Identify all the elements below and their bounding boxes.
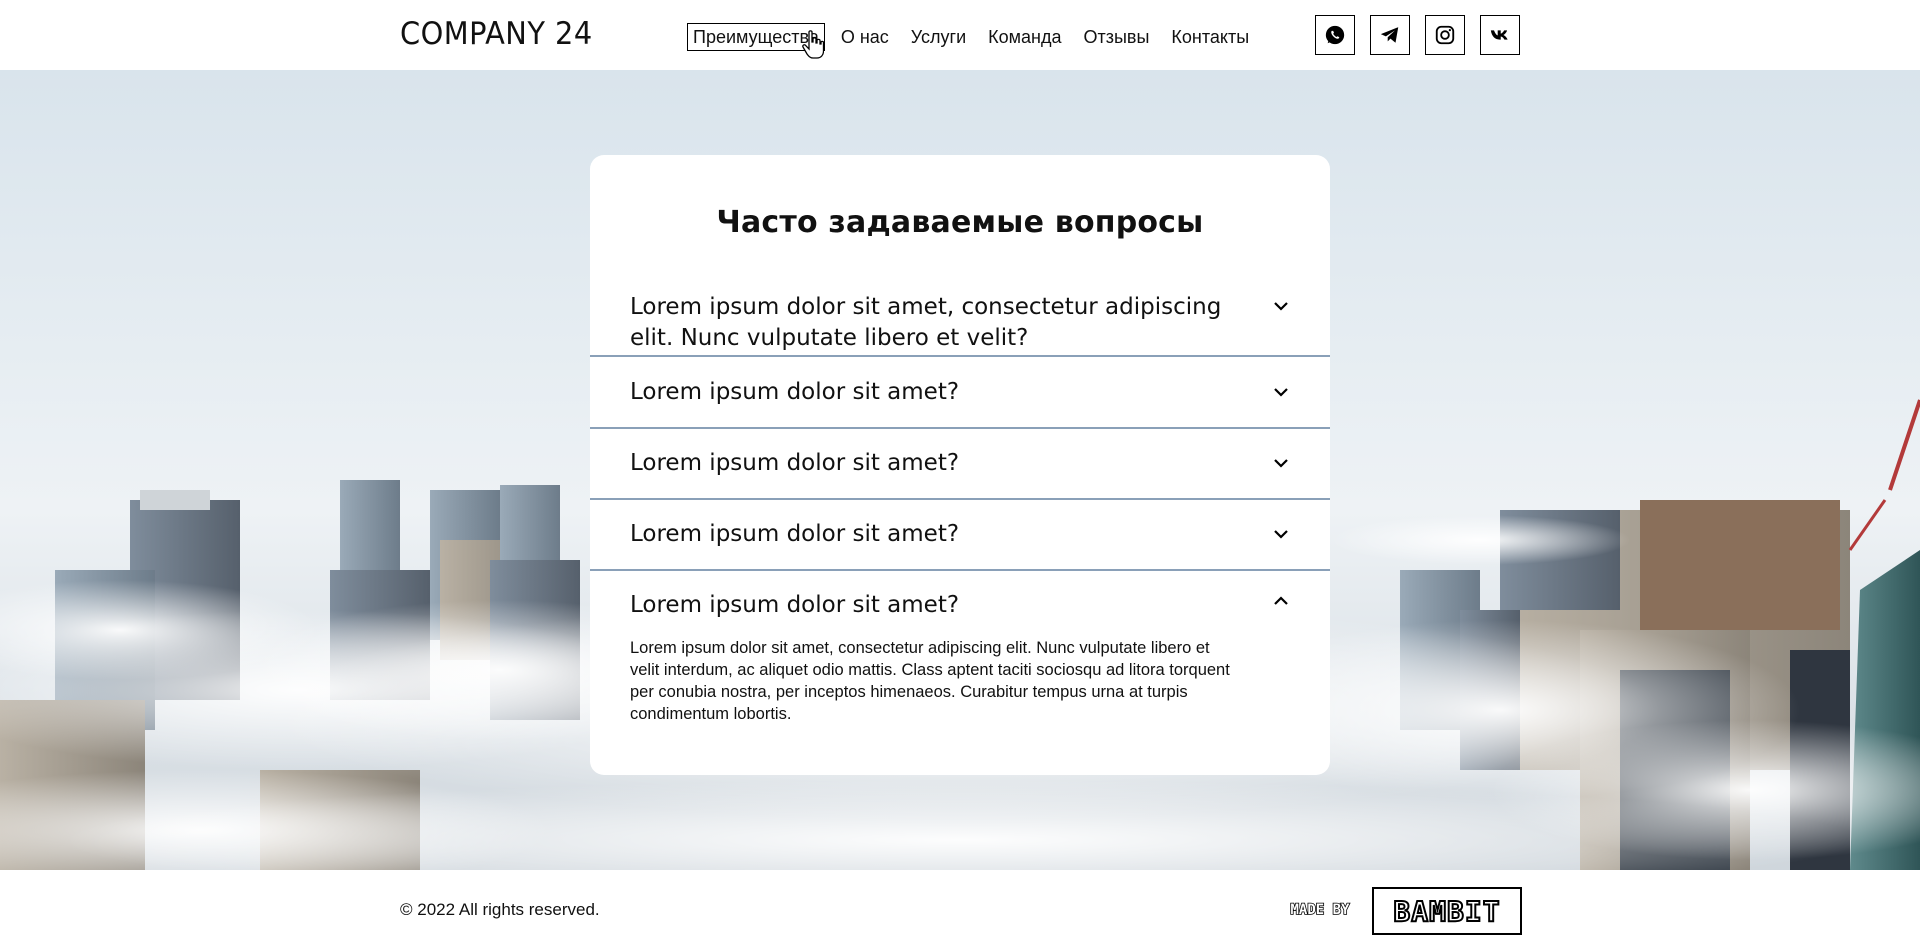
faq-item[interactable]: Lorem ipsum dolor sit amet? xyxy=(590,501,1330,571)
faq-answer: Lorem ipsum dolor sit amet, consectetur … xyxy=(630,639,1230,723)
faq-question[interactable]: Lorem ipsum dolor sit amet? xyxy=(630,590,1230,621)
copyright-text: © 2022 All rights reserved. xyxy=(400,900,600,919)
faq-card: Часто задаваемые вопросы Lorem ipsum dol… xyxy=(590,155,1330,775)
faq-item[interactable]: Lorem ipsum dolor sit amet? xyxy=(590,359,1330,429)
chevron-down-icon[interactable] xyxy=(1272,525,1290,543)
made-by-text: MADE BY xyxy=(1290,902,1350,918)
faq-question[interactable]: Lorem ipsum dolor sit amet? xyxy=(630,519,1230,550)
faq-item[interactable]: Lorem ipsum dolor sit amet, consectetur … xyxy=(590,250,1330,357)
faq-question[interactable]: Lorem ipsum dolor sit amet? xyxy=(630,377,1230,408)
whatsapp-button[interactable] xyxy=(1315,15,1355,55)
site-header: COMPANY 24 Преимущества О нас Услуги Ком… xyxy=(0,0,1920,70)
instagram-button[interactable] xyxy=(1425,15,1465,55)
hand-pointer-icon xyxy=(802,30,824,59)
instagram-icon xyxy=(1435,25,1455,45)
faq-item[interactable]: Lorem ipsum dolor sit amet? xyxy=(590,430,1330,500)
site-footer: © 2022 All rights reserved. MADE BY BAMB… xyxy=(0,870,1920,950)
vk-button[interactable] xyxy=(1480,15,1520,55)
social-links xyxy=(1315,15,1520,55)
nav-item-about[interactable]: О нас xyxy=(835,23,895,51)
chevron-down-icon[interactable] xyxy=(1272,383,1290,401)
chevron-down-icon[interactable] xyxy=(1272,454,1290,472)
faq-title: Часто задаваемые вопросы xyxy=(716,205,1204,240)
site-logo[interactable]: COMPANY 24 xyxy=(400,16,593,52)
nav-item-team[interactable]: Команда xyxy=(982,23,1067,51)
nav-item-services[interactable]: Услуги xyxy=(905,23,972,51)
nav-item-contacts[interactable]: Контакты xyxy=(1165,23,1255,51)
brand-text: BAMBIT xyxy=(1392,894,1501,929)
telegram-icon xyxy=(1380,27,1399,43)
nav-item-reviews[interactable]: Отзывы xyxy=(1077,23,1155,51)
whatsapp-icon xyxy=(1325,25,1345,45)
chevron-up-icon[interactable] xyxy=(1272,592,1290,610)
faq-question[interactable]: Lorem ipsum dolor sit amet, consectetur … xyxy=(630,292,1230,354)
main-nav: Преимущества О нас Услуги Команда Отзывы… xyxy=(687,23,1265,51)
faq-question[interactable]: Lorem ipsum dolor sit amet? xyxy=(630,448,1230,479)
faq-item-expanded[interactable]: Lorem ipsum dolor sit amet? Lorem ipsum … xyxy=(590,572,1330,772)
telegram-button[interactable] xyxy=(1370,15,1410,55)
made-by-label: MADE BY xyxy=(1277,900,1363,918)
chevron-down-icon[interactable] xyxy=(1272,297,1290,315)
vk-icon xyxy=(1490,30,1508,40)
bambit-logo-link[interactable]: BAMBIT xyxy=(1372,887,1522,935)
